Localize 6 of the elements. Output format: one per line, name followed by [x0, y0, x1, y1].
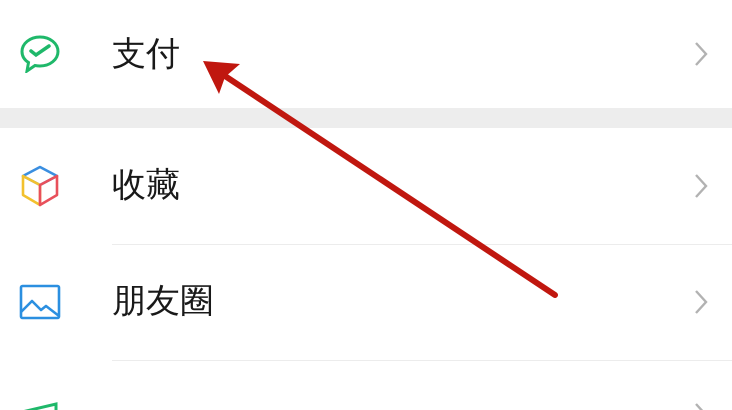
menu-item-label[interactable]: 朋友圈: [112, 281, 694, 322]
cube-icon: [20, 164, 60, 208]
menu-item-label[interactable]: 支付: [112, 34, 694, 74]
chat-check-icon: [19, 35, 61, 73]
menu-item-label[interactable]: 收藏: [112, 165, 694, 206]
picture-icon: [19, 284, 61, 320]
